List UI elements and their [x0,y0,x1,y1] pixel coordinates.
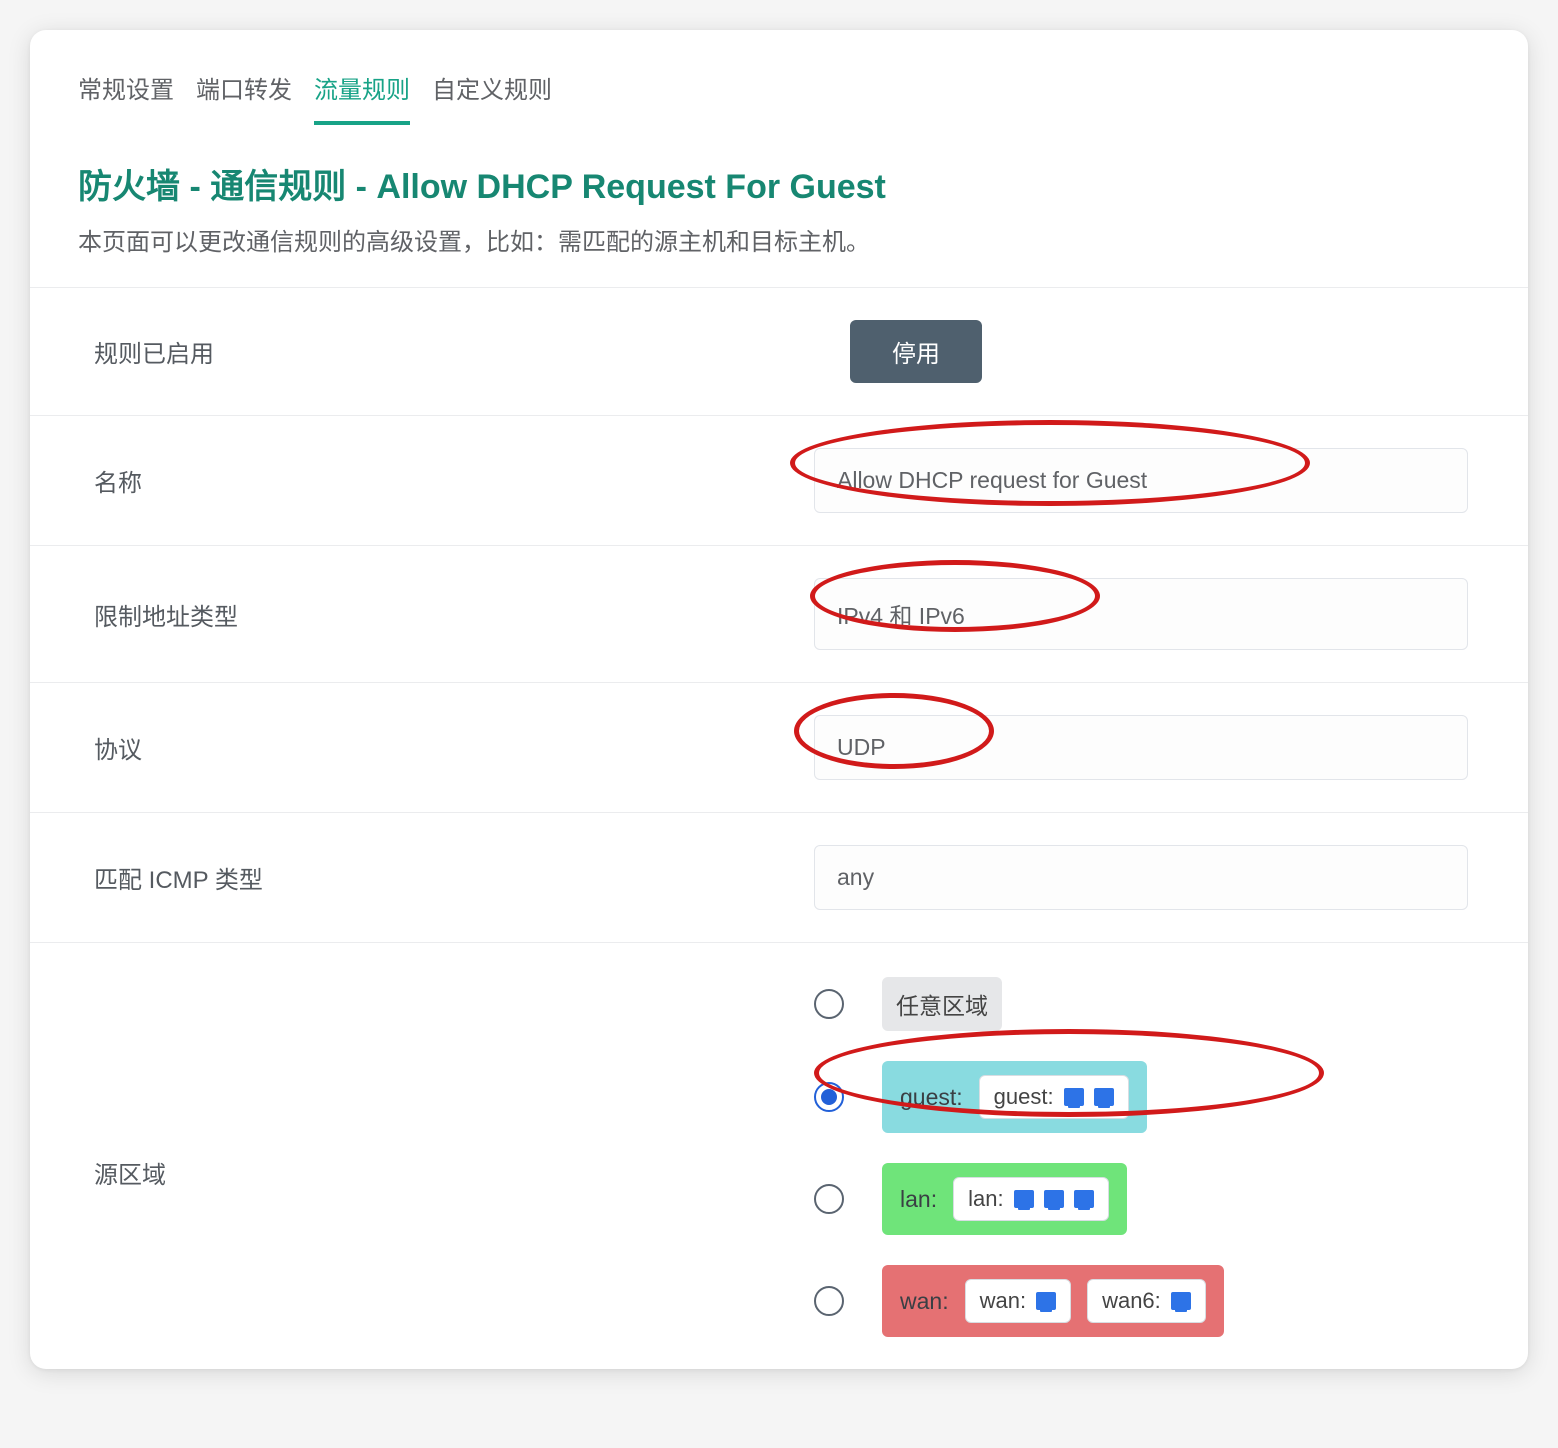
tab-custom-rules[interactable]: 自定义规则 [432,60,552,125]
row-icmp: 匹配 ICMP 类型 any [30,812,1528,942]
row-protocol: 协议 UDP [30,682,1528,812]
iface-label: wan: [980,1288,1026,1314]
tab-traffic-rules[interactable]: 流量规则 [314,60,410,125]
row-source-zone: 源区域 任意区域 guest: guest: [30,942,1528,1369]
label-enabled: 规则已启用 [94,334,814,369]
radio-guest-zone[interactable] [814,1082,844,1112]
rule-form: 规则已启用 停用 名称 限制地址类型 IPv4 和 IPv6 协议 UDP [30,287,1528,1369]
tab-general[interactable]: 常规设置 [78,60,174,125]
row-restrict: 限制地址类型 IPv4 和 IPv6 [30,545,1528,682]
radio-any-zone[interactable] [814,989,844,1019]
ethernet-icon [1094,1088,1114,1106]
iface-label: wan6: [1102,1288,1161,1314]
page-header: 防火墙 - 通信规则 - Allow DHCP Request For Gues… [30,125,1528,277]
ethernet-icon [1064,1088,1084,1106]
tabs: 常规设置 端口转发 流量规则 自定义规则 [30,30,1528,125]
tab-port-forward[interactable]: 端口转发 [196,60,292,125]
settings-card: 常规设置 端口转发 流量规则 自定义规则 防火墙 - 通信规则 - Allow … [30,30,1528,1369]
iface-wan: wan: [965,1279,1071,1323]
zone-list: 任意区域 guest: guest: [814,975,1468,1337]
radio-wan-zone[interactable] [814,1286,844,1316]
label-restrict: 限制地址类型 [94,597,814,632]
ethernet-icon [1171,1292,1191,1310]
row-enabled: 规则已启用 停用 [30,287,1528,415]
restrict-select[interactable]: IPv4 和 IPv6 [814,578,1468,650]
zone-box-wan: wan: wan: wan6: [882,1265,1224,1337]
page-subtitle: 本页面可以更改通信规则的高级设置，比如：需匹配的源主机和目标主机。 [78,222,1480,257]
zone-title-lan: lan: [900,1186,937,1213]
ethernet-icon [1014,1190,1034,1208]
protocol-select[interactable]: UDP [814,715,1468,780]
page-title: 防火墙 - 通信规则 - Allow DHCP Request For Gues… [78,159,1480,208]
zone-row-guest: guest: guest: [814,1061,1468,1133]
iface-label: guest: [994,1084,1054,1110]
iface-wan6: wan6: [1087,1279,1206,1323]
label-source-zone: 源区域 [94,975,814,1190]
label-icmp: 匹配 ICMP 类型 [94,860,814,895]
iface-guest: guest: [979,1075,1129,1119]
label-name: 名称 [94,463,814,498]
name-input[interactable] [814,448,1468,513]
zone-row-any: 任意区域 [814,977,1468,1031]
ethernet-icon [1074,1190,1094,1208]
iface-lan: lan: [953,1177,1108,1221]
disable-button[interactable]: 停用 [850,320,982,383]
zone-box-guest: guest: guest: [882,1061,1147,1133]
zone-title-wan: wan: [900,1288,949,1315]
label-protocol: 协议 [94,730,814,765]
ethernet-icon [1044,1190,1064,1208]
zone-title-guest: guest: [900,1084,963,1111]
zone-row-lan: lan: lan: [814,1163,1468,1235]
ethernet-icon [1036,1292,1056,1310]
icmp-select[interactable]: any [814,845,1468,910]
radio-lan-zone[interactable] [814,1184,844,1214]
iface-label: lan: [968,1186,1003,1212]
any-zone-badge: 任意区域 [882,977,1002,1031]
zone-row-wan: wan: wan: wan6: [814,1265,1468,1337]
row-name: 名称 [30,415,1528,545]
zone-box-lan: lan: lan: [882,1163,1127,1235]
